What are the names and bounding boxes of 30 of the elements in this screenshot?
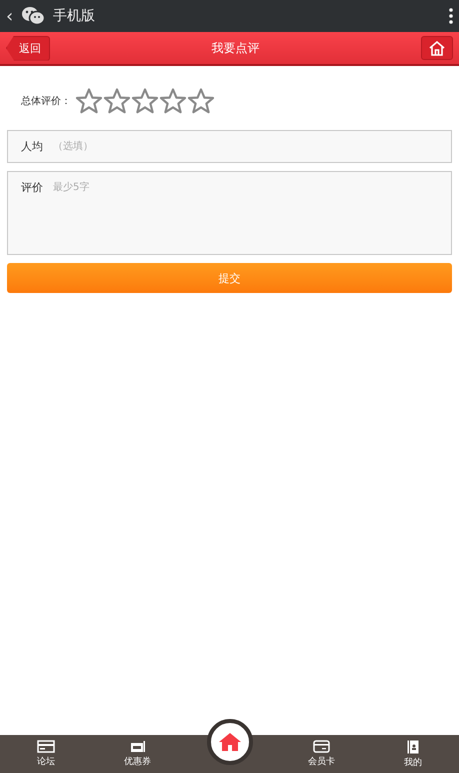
nav-tab[interactable]: 会员卡 <box>275 735 368 773</box>
price-field[interactable]: 人均 （选填） <box>7 130 452 163</box>
home-button[interactable] <box>421 36 453 60</box>
review-box[interactable]: 评价 最少5字 <box>7 171 452 255</box>
star-icon[interactable] <box>131 88 159 114</box>
home-button[interactable] <box>206 719 252 765</box>
star-icon[interactable] <box>187 88 215 114</box>
field-label: 评价 <box>21 180 43 195</box>
card-icon <box>36 740 55 753</box>
page-title: 我要点评 <box>212 40 260 56</box>
star-icon[interactable] <box>75 88 103 114</box>
nav-tab[interactable]: 论坛 <box>0 735 92 773</box>
star-icon[interactable] <box>159 88 187 114</box>
star-icon[interactable] <box>103 88 131 114</box>
rating-label: 总体评价： <box>21 94 71 108</box>
coupon-icon <box>130 740 146 753</box>
app-title: 手机版 <box>53 7 96 25</box>
nav-tab[interactable]: 优惠券 <box>92 735 184 773</box>
profile-icon <box>407 740 420 754</box>
review-field[interactable]: 最少5字 <box>53 180 438 254</box>
input-field[interactable]: （选填） <box>53 131 438 162</box>
chat-icon <box>21 6 46 26</box>
back-button[interactable]: 返回 <box>6 36 50 60</box>
back-icon[interactable]: ‹ <box>6 6 14 26</box>
nav-tab[interactable]: 我的 <box>367 735 459 773</box>
field-label: 人均 <box>21 139 43 154</box>
card-icon <box>312 740 330 753</box>
home-icon <box>429 40 445 56</box>
menu-icon[interactable] <box>449 8 453 24</box>
home-icon <box>218 732 240 752</box>
